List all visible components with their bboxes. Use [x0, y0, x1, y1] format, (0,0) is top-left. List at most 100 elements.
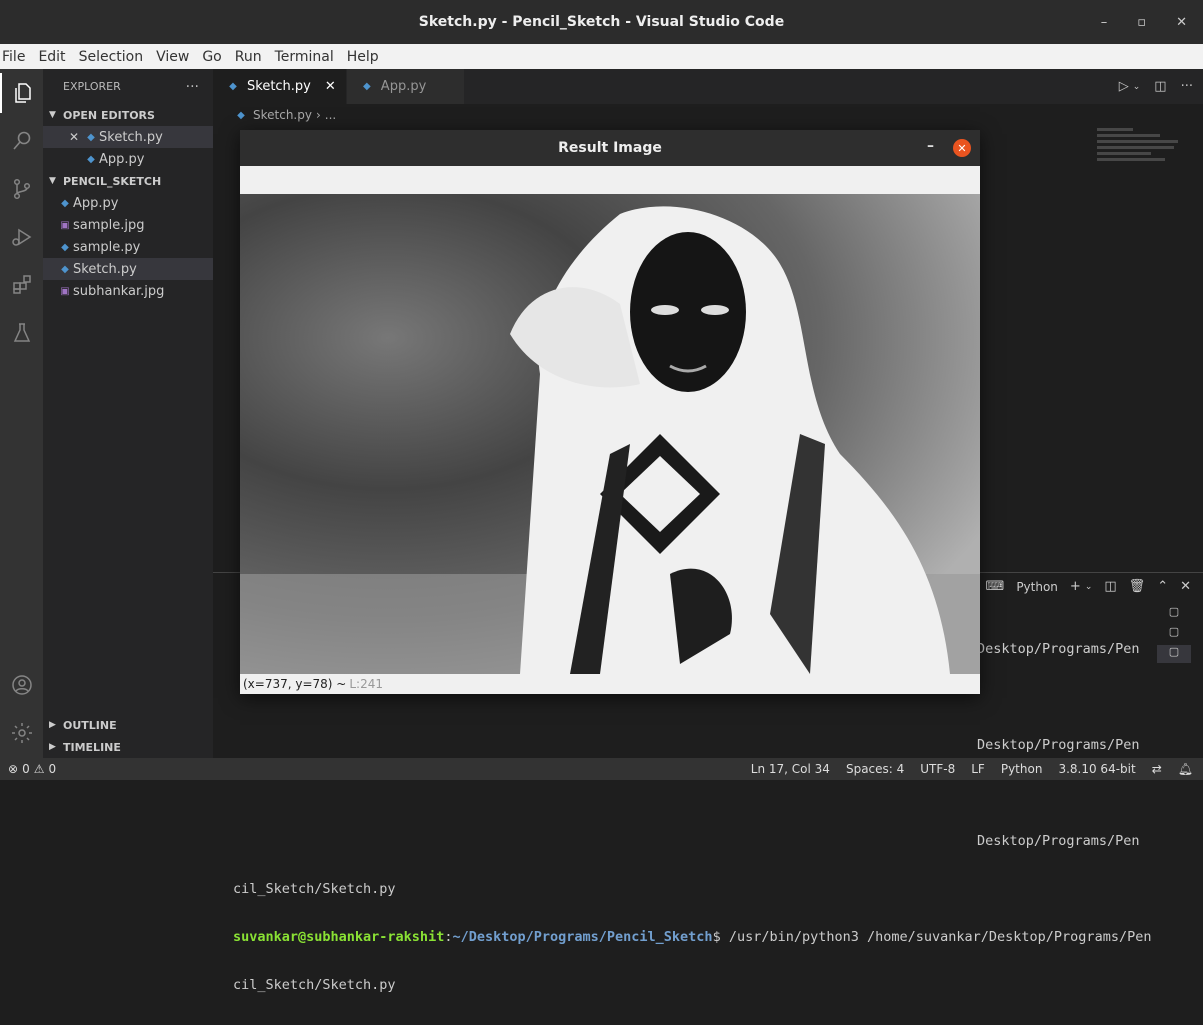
- python-file-icon: ◆: [87, 131, 95, 143]
- editor-tabs: ◆ Sketch.py ✕ ◆ App.py ▷ ⌄ ◫ ···: [213, 69, 1203, 104]
- chevron-down-icon: ▼: [49, 110, 56, 120]
- chevron-down-icon[interactable]: ⌄: [1085, 582, 1093, 592]
- open-editor-item[interactable]: ✕ ◆ Sketch.py: [43, 126, 213, 148]
- split-editor-icon[interactable]: ◫: [1154, 79, 1166, 94]
- file-item[interactable]: ◆ Sketch.py: [43, 258, 213, 280]
- chevron-down-icon[interactable]: ⌄: [1133, 82, 1141, 92]
- menu-go[interactable]: Go: [200, 49, 223, 65]
- close-panel-icon[interactable]: ✕: [1180, 579, 1191, 594]
- close-icon[interactable]: ✕: [69, 130, 83, 144]
- prompt-user: suvankar@subhankar-rakshit: [233, 929, 445, 945]
- tab-sketch[interactable]: ◆ Sketch.py ✕: [213, 69, 347, 104]
- popup-minimize-button[interactable]: –: [927, 138, 934, 154]
- explorer-icon[interactable]: [0, 73, 43, 113]
- testing-icon[interactable]: [0, 313, 43, 353]
- minimap[interactable]: [1097, 125, 1187, 173]
- python-interpreter[interactable]: 3.8.10 64-bit: [1058, 762, 1135, 776]
- popup-close-button[interactable]: ✕: [953, 139, 971, 157]
- file-label: Sketch.py: [73, 261, 137, 277]
- menu-selection[interactable]: Selection: [77, 49, 146, 65]
- language-mode[interactable]: Python: [1001, 762, 1043, 776]
- window-title: Sketch.py - Pencil_Sketch - Visual Studi…: [418, 14, 785, 30]
- cursor-position[interactable]: Ln 17, Col 34: [751, 762, 830, 776]
- run-icon[interactable]: ▷: [1119, 79, 1129, 94]
- timeline-section[interactable]: ▶ TIMELINE: [43, 736, 213, 758]
- chevron-right-icon: ▶: [49, 742, 56, 752]
- popup-titlebar: Result Image – ✕: [240, 130, 980, 166]
- menu-edit[interactable]: Edit: [36, 49, 67, 65]
- explorer-more-icon[interactable]: ···: [186, 79, 199, 95]
- file-item[interactable]: ▣ subhankar.jpg: [43, 280, 213, 302]
- prompt-colon: :: [444, 929, 453, 945]
- explorer-title: EXPLORER: [63, 80, 121, 93]
- chevron-down-icon: ▼: [49, 176, 56, 186]
- file-item[interactable]: ◆ sample.py: [43, 236, 213, 258]
- breadcrumb-separator: ›: [315, 108, 321, 122]
- extensions-icon[interactable]: [0, 265, 43, 305]
- minimize-button[interactable]: –: [1101, 15, 1108, 30]
- python-file-icon: ◆: [229, 81, 237, 92]
- window-titlebar: Sketch.py - Pencil_Sketch - Visual Studi…: [0, 0, 1203, 44]
- open-editors-section[interactable]: ▼ OPEN EDITORS: [43, 104, 213, 126]
- python-file-icon: ◆: [61, 241, 69, 253]
- split-terminal-icon[interactable]: ◫: [1104, 579, 1116, 594]
- more-actions-icon[interactable]: ···: [1181, 79, 1193, 94]
- open-editors-label: OPEN EDITORS: [63, 108, 155, 122]
- close-icon[interactable]: ✕: [325, 79, 336, 94]
- run-debug-icon[interactable]: [0, 217, 43, 257]
- account-icon[interactable]: [0, 665, 43, 705]
- image-file-icon: ▣: [60, 285, 70, 297]
- search-icon[interactable]: [0, 121, 43, 161]
- file-item[interactable]: ▣ sample.jpg: [43, 214, 213, 236]
- terminal-shell-icon: ⌨: [985, 579, 1005, 594]
- settings-gear-icon[interactable]: [0, 713, 43, 753]
- tab-label: Sketch.py: [247, 79, 311, 94]
- python-file-icon: ◆: [362, 81, 371, 92]
- encoding[interactable]: UTF-8: [920, 762, 955, 776]
- activity-bar: [0, 69, 43, 758]
- close-window-button[interactable]: ✕: [1176, 15, 1187, 30]
- project-label: PENCIL_SKETCH: [63, 174, 162, 188]
- line-ending[interactable]: LF: [971, 762, 985, 776]
- outline-section[interactable]: ▶ OUTLINE: [43, 714, 213, 736]
- indentation[interactable]: Spaces: 4: [846, 762, 904, 776]
- file-item[interactable]: ◆ App.py: [43, 192, 213, 214]
- terminal-instance[interactable]: ▢: [1157, 645, 1191, 663]
- popup-toolbar: [240, 166, 980, 194]
- feedback-icon[interactable]: ⇄: [1152, 762, 1162, 776]
- menu-file[interactable]: File: [0, 49, 27, 65]
- explorer-sidebar: EXPLORER ··· ▼ OPEN EDITORS ✕ ◆ Sketch.py…: [43, 69, 213, 758]
- result-image[interactable]: [240, 194, 980, 674]
- file-label: sample.py: [73, 239, 141, 255]
- file-label: App.py: [73, 195, 119, 211]
- prompt-path: ~/Desktop/Programs/Pencil_Sketch: [452, 929, 713, 945]
- file-label: sample.jpg: [73, 217, 145, 233]
- terminal-shell-label[interactable]: Python: [1016, 580, 1058, 594]
- timeline-label: TIMELINE: [63, 740, 121, 754]
- open-editor-item[interactable]: ◆ App.py: [43, 148, 213, 170]
- prompt-command: $ /usr/bin/python3 /home/suvankar/Deskto…: [712, 929, 1152, 945]
- project-section[interactable]: ▼ PENCIL_SKETCH: [43, 170, 213, 192]
- python-file-icon: ◆: [87, 153, 95, 165]
- problems-indicator[interactable]: ⊗ 0 ⚠ 0: [0, 762, 56, 776]
- menu-view[interactable]: View: [154, 49, 191, 65]
- cursor-coordinates: (x=737, y=78) ~: [243, 677, 347, 691]
- menu-run[interactable]: Run: [233, 49, 264, 65]
- breadcrumb-file[interactable]: Sketch.py: [253, 108, 312, 122]
- source-control-icon[interactable]: [0, 169, 43, 209]
- terminal-instance[interactable]: ▢: [1157, 625, 1191, 643]
- outline-label: OUTLINE: [63, 718, 117, 732]
- status-bar: ⊗ 0 ⚠ 0 Ln 17, Col 34 Spaces: 4 UTF-8 LF P…: [0, 758, 1203, 780]
- trash-icon[interactable]: 🗑: [1129, 579, 1146, 594]
- menu-help[interactable]: Help: [345, 49, 381, 65]
- terminal-instance[interactable]: ▢: [1157, 605, 1191, 623]
- breadcrumb-more[interactable]: ...: [325, 108, 336, 122]
- menu-terminal[interactable]: Terminal: [273, 49, 336, 65]
- result-image-window: Result Image – ✕ (x=737, y=78) ~ L:241: [240, 130, 980, 694]
- error-count: 0: [22, 762, 30, 776]
- maximize-panel-icon[interactable]: ⌃: [1157, 579, 1168, 594]
- tab-app[interactable]: ◆ App.py: [346, 69, 465, 104]
- bell-icon[interactable]: 🔔︎: [1178, 762, 1193, 776]
- new-terminal-icon[interactable]: +: [1070, 579, 1081, 594]
- maximize-button[interactable]: ▫: [1137, 15, 1146, 30]
